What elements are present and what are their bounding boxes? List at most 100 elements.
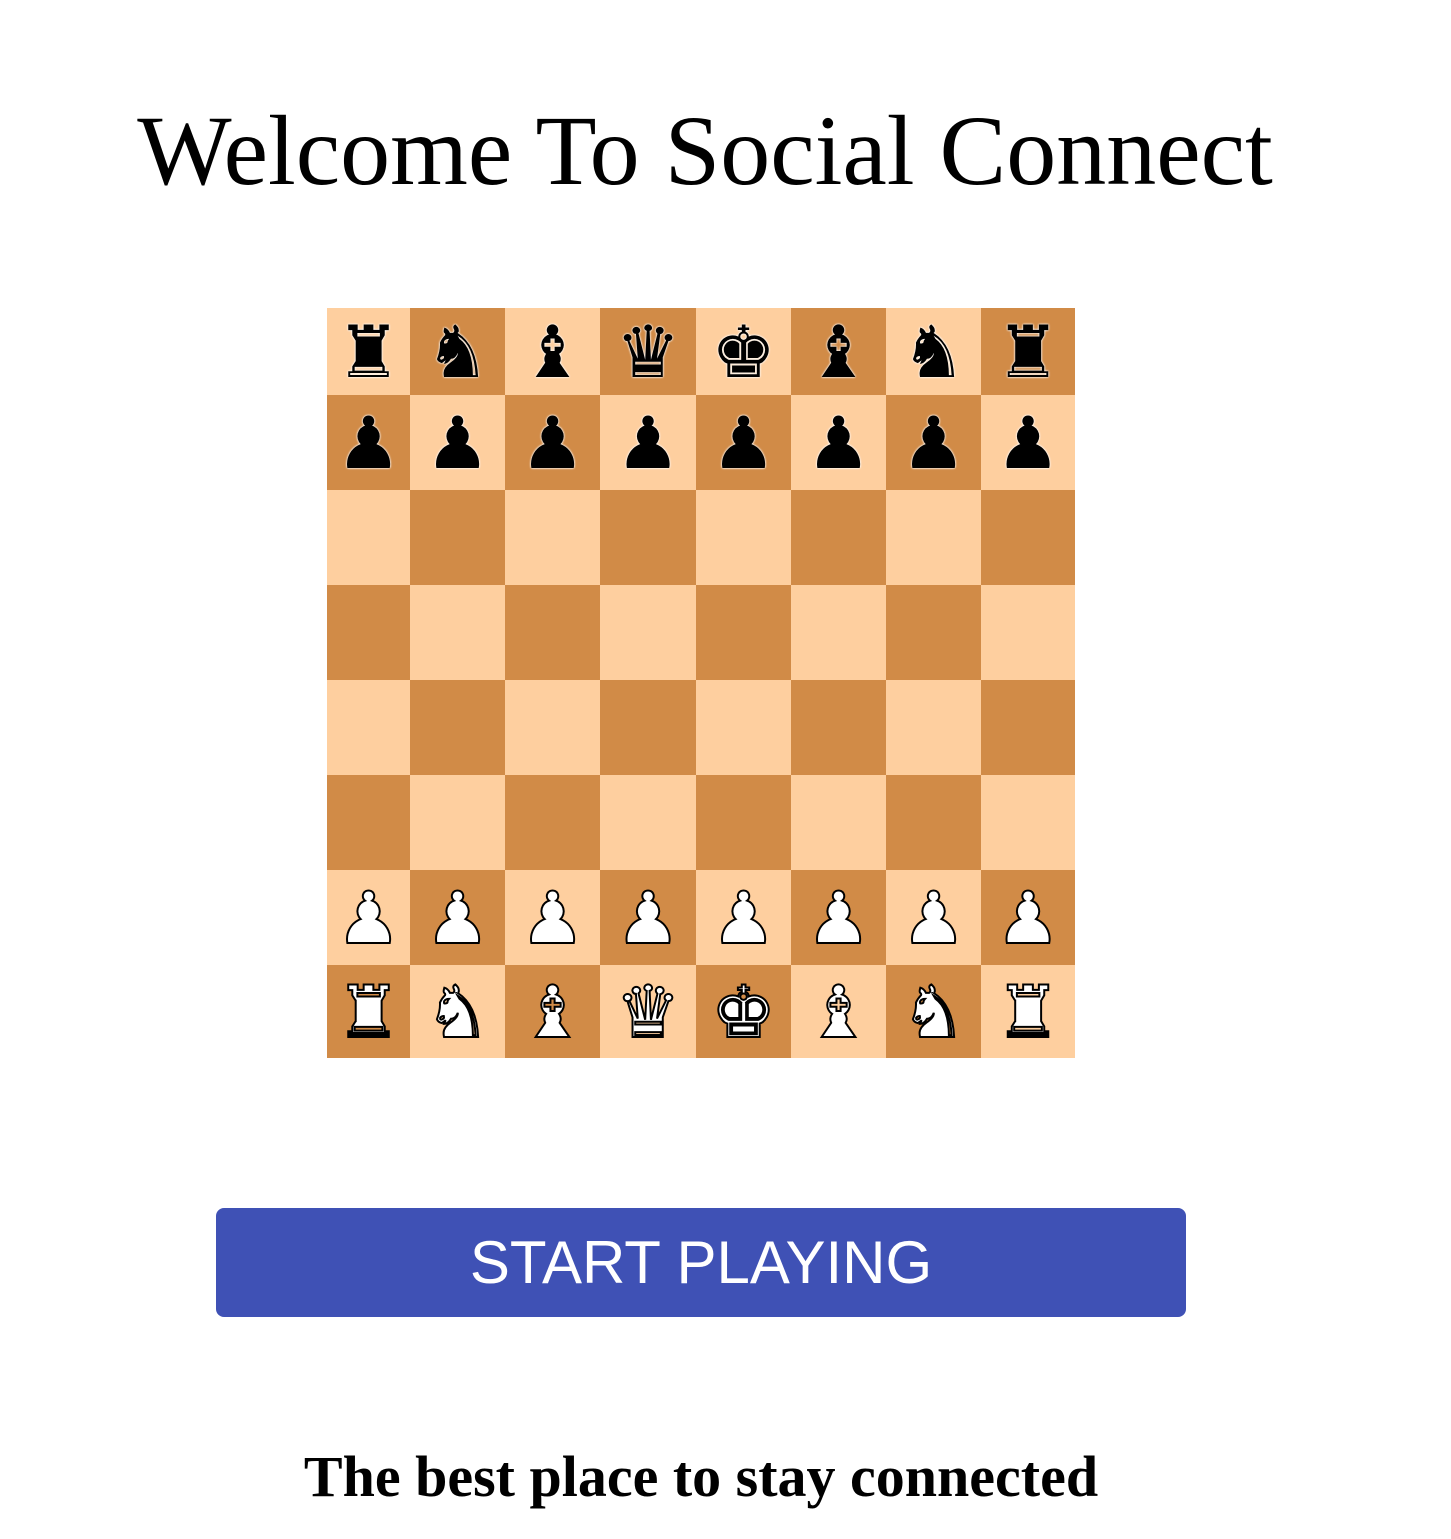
square-b8[interactable]: ♞	[410, 308, 505, 395]
black-knight-icon[interactable]: ♞	[901, 316, 966, 388]
black-pawn-icon[interactable]: ♟	[711, 407, 776, 479]
white-bishop-icon[interactable]: ♝	[805, 975, 872, 1049]
page-title: Welcome To Social Connect	[137, 95, 1273, 206]
square-b7[interactable]: ♟	[410, 395, 505, 490]
square-g4[interactable]	[886, 680, 981, 775]
square-h7[interactable]: ♟	[981, 395, 1075, 490]
black-knight-icon[interactable]: ♞	[425, 316, 490, 388]
square-f4[interactable]	[791, 680, 886, 775]
square-g5[interactable]	[886, 585, 981, 680]
square-e6[interactable]	[696, 490, 791, 585]
white-rook-icon[interactable]: ♜	[995, 975, 1062, 1049]
square-h6[interactable]	[981, 490, 1075, 585]
white-knight-icon[interactable]: ♞	[424, 975, 491, 1049]
square-a4[interactable]	[327, 680, 410, 775]
square-b5[interactable]	[410, 585, 505, 680]
square-d7[interactable]: ♟	[600, 395, 696, 490]
square-g2[interactable]: ♟	[886, 870, 981, 965]
square-e4[interactable]	[696, 680, 791, 775]
square-c2[interactable]: ♟	[505, 870, 600, 965]
square-c3[interactable]	[505, 775, 600, 870]
square-g7[interactable]: ♟	[886, 395, 981, 490]
square-a7[interactable]: ♟	[327, 395, 410, 490]
black-rook-icon[interactable]: ♜	[996, 316, 1061, 388]
square-g3[interactable]	[886, 775, 981, 870]
square-c7[interactable]: ♟	[505, 395, 600, 490]
white-pawn-icon[interactable]: ♟	[710, 881, 777, 955]
black-pawn-icon[interactable]: ♟	[806, 407, 871, 479]
black-king-icon[interactable]: ♚	[711, 316, 776, 388]
square-e3[interactable]	[696, 775, 791, 870]
square-b2[interactable]: ♟	[410, 870, 505, 965]
white-pawn-icon[interactable]: ♟	[805, 881, 872, 955]
square-b1[interactable]: ♞	[410, 965, 505, 1058]
square-c5[interactable]	[505, 585, 600, 680]
square-h1[interactable]: ♜	[981, 965, 1075, 1058]
white-rook-icon[interactable]: ♜	[335, 975, 402, 1049]
square-d4[interactable]	[600, 680, 696, 775]
black-pawn-icon[interactable]: ♟	[996, 407, 1061, 479]
square-a8[interactable]: ♜	[327, 308, 410, 395]
square-c8[interactable]: ♝	[505, 308, 600, 395]
square-h4[interactable]	[981, 680, 1075, 775]
square-a6[interactable]	[327, 490, 410, 585]
square-f3[interactable]	[791, 775, 886, 870]
black-pawn-icon[interactable]: ♟	[336, 407, 401, 479]
square-c1[interactable]: ♝	[505, 965, 600, 1058]
black-rook-icon[interactable]: ♜	[336, 316, 401, 388]
black-pawn-icon[interactable]: ♟	[901, 407, 966, 479]
tagline: The best place to stay connected	[303, 1444, 1099, 1509]
white-pawn-icon[interactable]: ♟	[335, 881, 402, 955]
white-queen-icon[interactable]: ♛	[615, 975, 682, 1049]
square-f7[interactable]: ♟	[791, 395, 886, 490]
square-d5[interactable]	[600, 585, 696, 680]
square-a3[interactable]	[327, 775, 410, 870]
white-pawn-icon[interactable]: ♟	[995, 881, 1062, 955]
square-d2[interactable]: ♟	[600, 870, 696, 965]
white-pawn-icon[interactable]: ♟	[519, 881, 586, 955]
black-pawn-icon[interactable]: ♟	[616, 407, 681, 479]
square-d8[interactable]: ♛	[600, 308, 696, 395]
black-queen-icon[interactable]: ♛	[616, 316, 681, 388]
square-c6[interactable]	[505, 490, 600, 585]
square-h3[interactable]	[981, 775, 1075, 870]
white-knight-icon[interactable]: ♞	[900, 975, 967, 1049]
square-f5[interactable]	[791, 585, 886, 680]
square-f8[interactable]: ♝	[791, 308, 886, 395]
black-bishop-icon[interactable]: ♝	[520, 316, 585, 388]
square-d6[interactable]	[600, 490, 696, 585]
square-a1[interactable]: ♜	[327, 965, 410, 1058]
black-pawn-icon[interactable]: ♟	[425, 407, 490, 479]
square-b4[interactable]	[410, 680, 505, 775]
square-f1[interactable]: ♝	[791, 965, 886, 1058]
square-h8[interactable]: ♜	[981, 308, 1075, 395]
white-pawn-icon[interactable]: ♟	[900, 881, 967, 955]
square-g6[interactable]	[886, 490, 981, 585]
square-e2[interactable]: ♟	[696, 870, 791, 965]
start-playing-button[interactable]: START PLAYING	[216, 1208, 1186, 1317]
black-pawn-icon[interactable]: ♟	[520, 407, 585, 479]
square-b6[interactable]	[410, 490, 505, 585]
white-bishop-icon[interactable]: ♝	[519, 975, 586, 1049]
square-h2[interactable]: ♟	[981, 870, 1075, 965]
square-c4[interactable]	[505, 680, 600, 775]
square-g8[interactable]: ♞	[886, 308, 981, 395]
square-f2[interactable]: ♟	[791, 870, 886, 965]
square-e1[interactable]: ♚	[696, 965, 791, 1058]
square-h5[interactable]	[981, 585, 1075, 680]
square-f6[interactable]	[791, 490, 886, 585]
square-e8[interactable]: ♚	[696, 308, 791, 395]
white-pawn-icon[interactable]: ♟	[615, 881, 682, 955]
chess-board[interactable]: ♜ ♞ ♝ ♛ ♚ ♝ ♞ ♜ ♟ ♟ ♟ ♟ ♟ ♟ ♟ ♟ ♟ ♟ ♟ ♟ ♟ ♟ ♟ ♟ ♜ ♞ ♝ ♛ ♚ ♝ ♞ ♜	[327, 308, 1075, 1058]
black-bishop-icon[interactable]: ♝	[806, 316, 871, 388]
square-g1[interactable]: ♞	[886, 965, 981, 1058]
square-b3[interactable]	[410, 775, 505, 870]
square-a5[interactable]	[327, 585, 410, 680]
square-e7[interactable]: ♟	[696, 395, 791, 490]
square-d1[interactable]: ♛	[600, 965, 696, 1058]
square-e5[interactable]	[696, 585, 791, 680]
white-pawn-icon[interactable]: ♟	[424, 881, 491, 955]
square-d3[interactable]	[600, 775, 696, 870]
square-a2[interactable]: ♟	[327, 870, 410, 965]
white-king-icon[interactable]: ♚	[710, 975, 777, 1049]
